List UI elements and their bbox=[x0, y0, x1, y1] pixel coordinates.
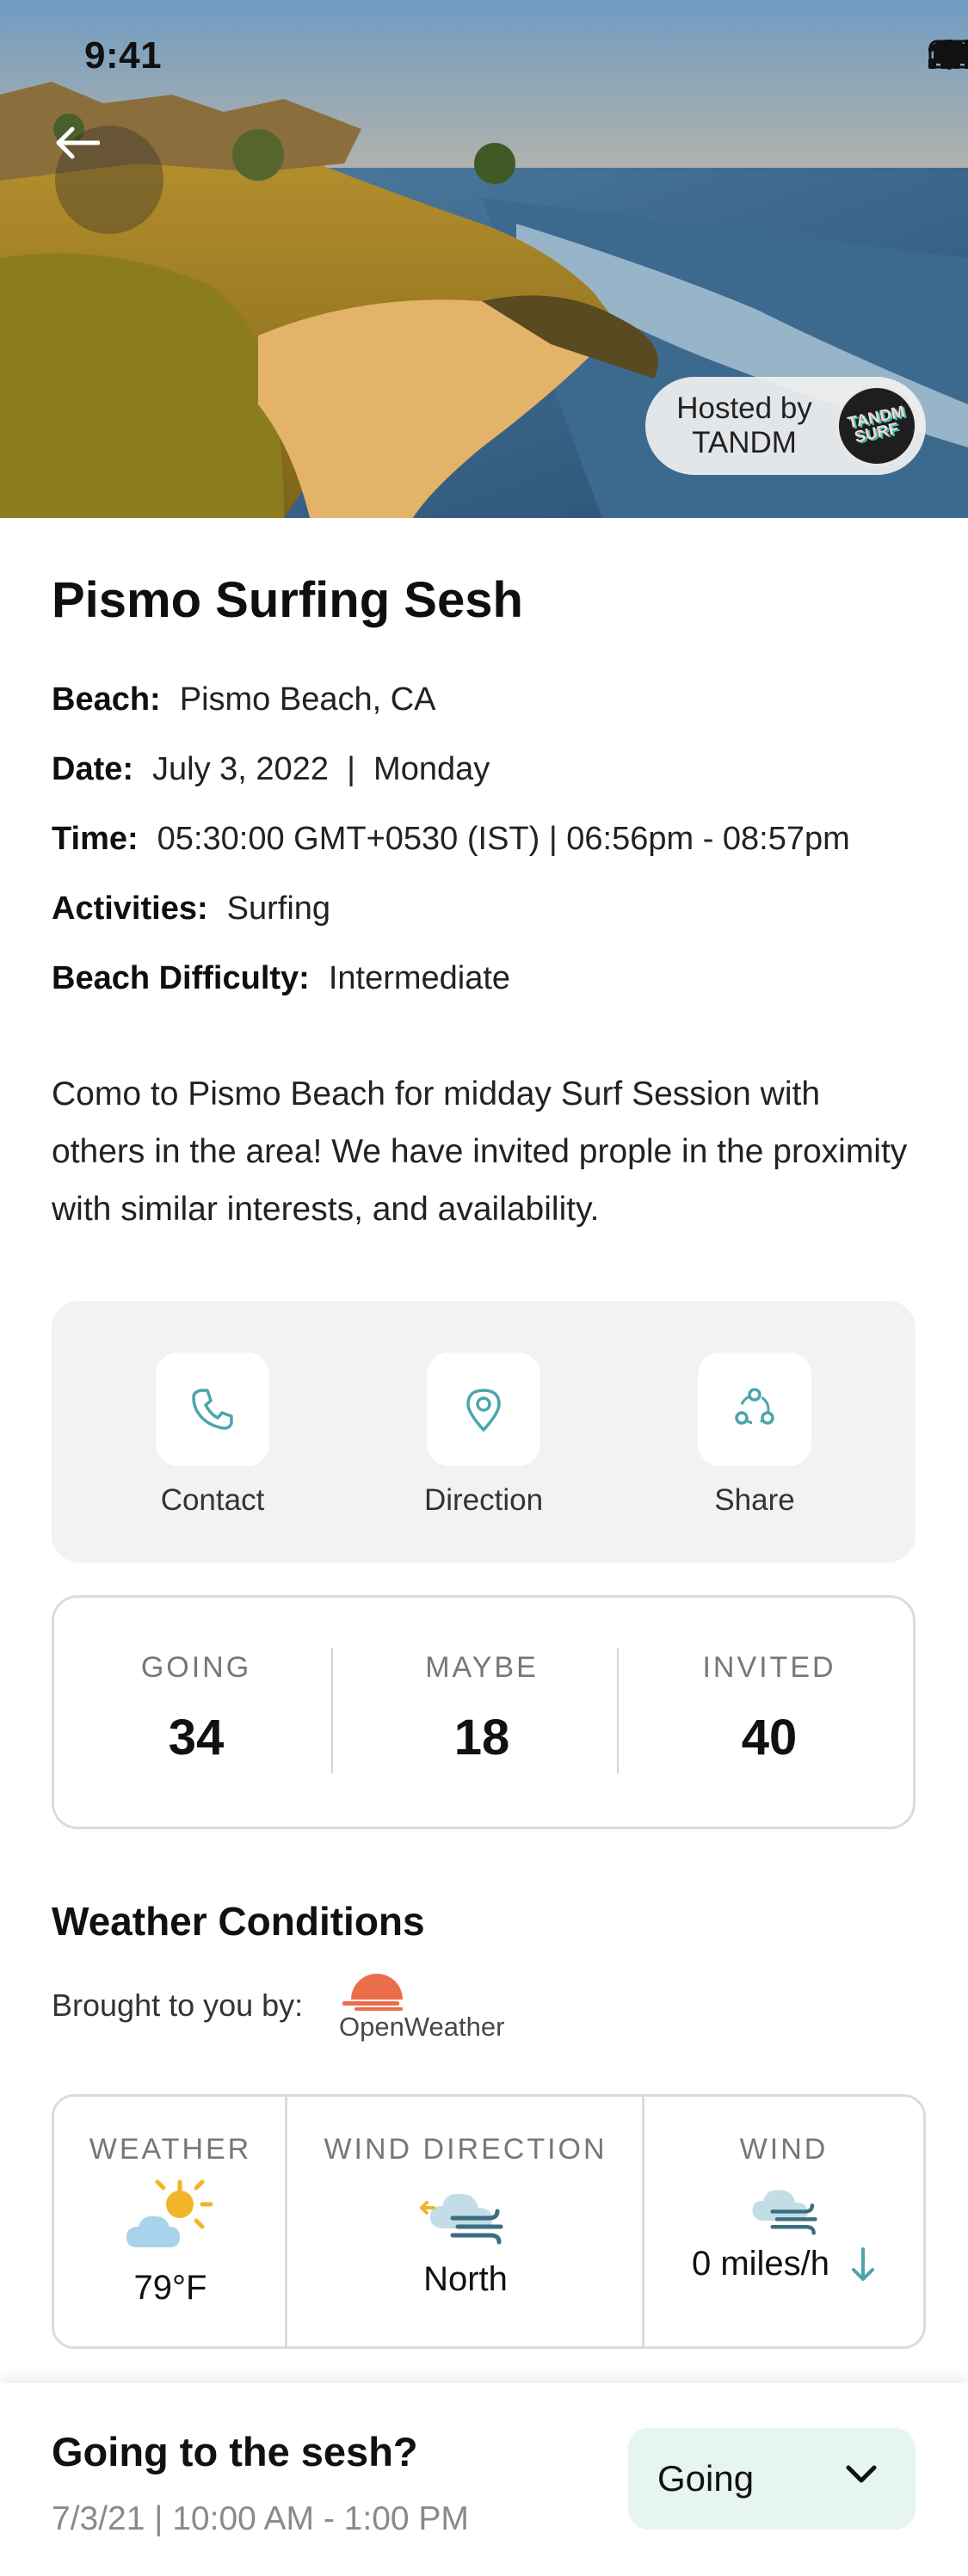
hero-image: 9:41 Hosted by TANDM TANDM SURF bbox=[0, 0, 968, 518]
detail-date: Date: July 3, 2022 | Monday bbox=[52, 751, 490, 788]
weather-label: WEATHER bbox=[89, 2133, 252, 2166]
share-label: Share bbox=[714, 1483, 795, 1517]
detail-value: Pismo Beach, CA bbox=[179, 681, 436, 718]
host-label: Hosted by bbox=[676, 391, 812, 425]
brought-by-label: Brought to you by: bbox=[52, 1987, 304, 2023]
detail-value: 05:30:00 GMT+0530 (IST) | 06:56pm - 08:5… bbox=[157, 821, 850, 857]
host-badge[interactable]: Hosted by TANDM TANDM SURF bbox=[645, 377, 926, 475]
stat-maybe[interactable]: MAYBE 18 bbox=[338, 1598, 626, 1827]
status-time: 9:41 bbox=[84, 34, 163, 77]
share-button[interactable]: Share bbox=[669, 1353, 841, 1518]
attendance-stats: GOING 34 MAYBE 18 INVITED 40 bbox=[52, 1595, 916, 1829]
stat-label: MAYBE bbox=[425, 1651, 539, 1684]
wind-cloud-icon bbox=[752, 2190, 817, 2235]
back-button[interactable] bbox=[55, 126, 163, 234]
contact-label: Contact bbox=[160, 1483, 265, 1517]
detail-beach: Beach: Pismo Beach, CA bbox=[52, 681, 436, 718]
detail-difficulty: Beach Difficulty: Intermediate bbox=[52, 960, 510, 997]
event-title: Pismo Surfing Sesh bbox=[52, 572, 523, 628]
rsvp-bar: Going to the sesh? 7/3/21 | 10:00 AM - 1… bbox=[0, 2383, 968, 2576]
detail-value: Surfing bbox=[226, 891, 331, 927]
stat-value: 34 bbox=[168, 1710, 225, 1766]
event-description: Como to Pismo Beach for midday Surf Sess… bbox=[52, 1075, 908, 1228]
detail-label: Beach: bbox=[52, 681, 161, 718]
stat-label: GOING bbox=[140, 1651, 252, 1684]
sun-cloud-icon bbox=[126, 2179, 213, 2247]
arrow-down-icon bbox=[852, 2246, 875, 2281]
weather-label: WIND DIRECTION bbox=[324, 2133, 607, 2166]
detail-label: Date: bbox=[52, 751, 134, 787]
map-pin-icon bbox=[466, 1389, 501, 1432]
direction-button[interactable]: Direction bbox=[398, 1353, 570, 1518]
detail-time: Time: 05:30:00 GMT+0530 (IST) | 06:56pm -… bbox=[52, 821, 850, 858]
phone-icon bbox=[192, 1389, 233, 1430]
stat-label: INVITED bbox=[702, 1651, 836, 1684]
rsvp-datetime: 7/3/21 | 10:00 AM - 1:00 PM bbox=[52, 2500, 469, 2537]
stat-value: 18 bbox=[453, 1710, 510, 1766]
divider bbox=[331, 1648, 333, 1773]
weather-title: Weather Conditions bbox=[52, 1899, 425, 1944]
wind-col: WIND 0 miles/h bbox=[644, 2097, 923, 2346]
rsvp-selected-value: Going bbox=[657, 2458, 755, 2499]
rsvp-dropdown[interactable]: Going bbox=[628, 2428, 916, 2530]
action-panel: Contact Direction Share bbox=[52, 1301, 916, 1562]
arrow-left-icon bbox=[56, 126, 100, 159]
wind-direction-col: WIND DIRECTION North bbox=[287, 2097, 644, 2346]
detail-label: Activities: bbox=[52, 891, 208, 927]
battery-icon bbox=[928, 40, 968, 69]
detail-value: July 3, 2022 | Monday bbox=[152, 751, 490, 787]
contact-button[interactable]: Contact bbox=[126, 1353, 299, 1518]
wind-cloud-icon bbox=[420, 2193, 503, 2245]
stat-value: 40 bbox=[741, 1710, 798, 1766]
weather-table: WEATHER 79°F WIND DIRECTION North WIND 0… bbox=[52, 2094, 926, 2349]
weather-value: 0 miles/h bbox=[691, 2245, 830, 2283]
host-logo: TANDM SURF bbox=[836, 385, 917, 466]
weather-label: WIND bbox=[739, 2133, 829, 2166]
weather-value: 79°F bbox=[133, 2269, 207, 2307]
detail-label: Time: bbox=[52, 821, 139, 857]
detail-value: Intermediate bbox=[328, 960, 511, 996]
weather-col: WEATHER 79°F bbox=[54, 2097, 287, 2346]
openweather-brand: OpenWeather bbox=[339, 2012, 505, 2042]
detail-activities: Activities: Surfing bbox=[52, 891, 330, 927]
share-icon bbox=[735, 1388, 774, 1425]
stat-going[interactable]: GOING 34 bbox=[54, 1598, 338, 1827]
host-name: TANDM bbox=[692, 426, 797, 459]
divider bbox=[617, 1648, 619, 1773]
detail-label: Beach Difficulty: bbox=[52, 960, 310, 996]
chevron-down-icon bbox=[846, 2465, 877, 2483]
direction-label: Direction bbox=[423, 1483, 544, 1517]
stat-invited[interactable]: INVITED 40 bbox=[626, 1598, 913, 1827]
rsvp-question: Going to the sesh? bbox=[52, 2429, 418, 2474]
weather-value: North bbox=[423, 2260, 508, 2298]
